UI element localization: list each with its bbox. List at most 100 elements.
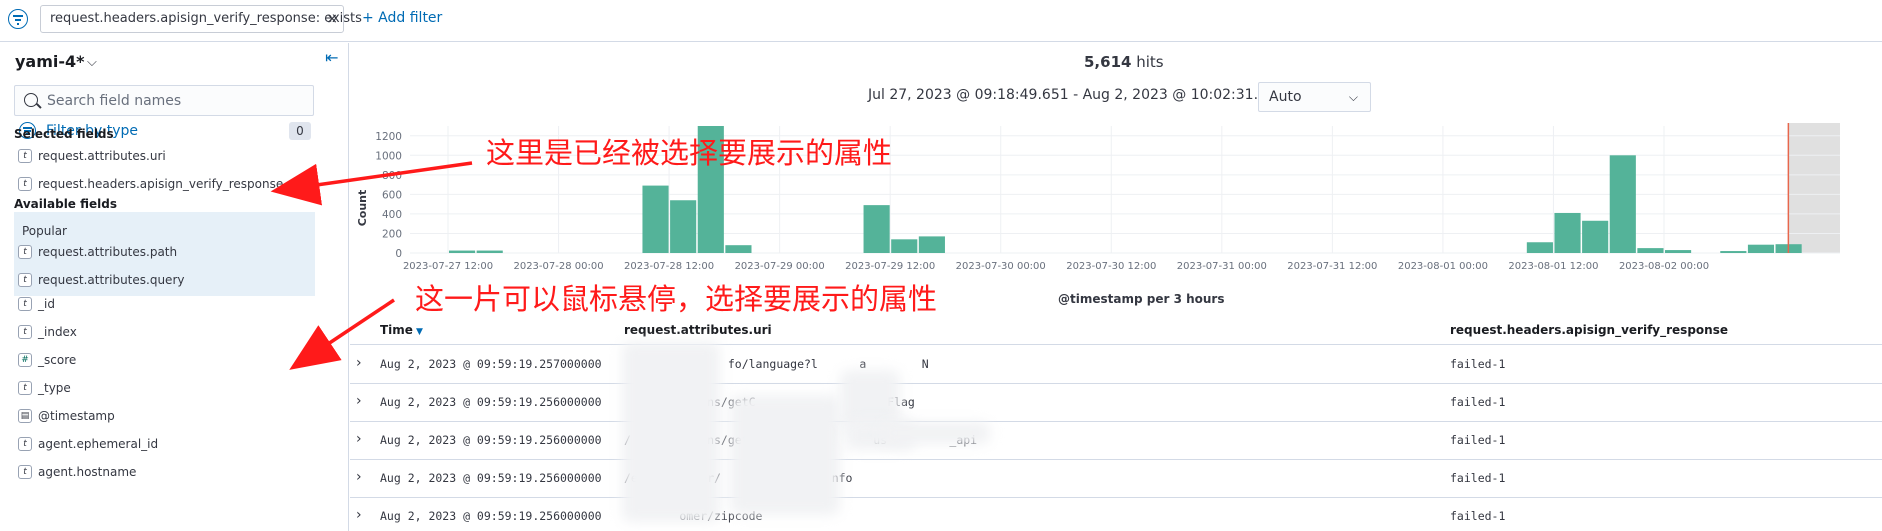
x-tick-label: 2023-07-31 12:00 xyxy=(1287,261,1377,272)
interval-select[interactable]: Auto ⌵ xyxy=(1258,82,1371,112)
histogram-bar[interactable] xyxy=(1609,155,1636,253)
y-tick-label: 200 xyxy=(382,228,402,240)
cell-time: Aug 2, 2023 @ 09:59:19.256000000 xyxy=(380,433,602,447)
y-tick-label: 0 xyxy=(395,248,402,260)
index-pattern-selector[interactable]: yami-4* xyxy=(15,52,85,71)
filter-bar: request.headers.apisign_verify_response:… xyxy=(0,0,1882,42)
table-header: Time ▼ request.attributes.uri request.hea… xyxy=(350,315,1882,345)
column-header-uri[interactable]: request.attributes.uri xyxy=(624,323,772,337)
blur-mask xyxy=(730,395,840,515)
available-field-item[interactable]: ▤ @timestamp xyxy=(18,406,115,426)
column-header-time[interactable]: Time ▼ xyxy=(380,323,423,337)
column-header-response[interactable]: request.headers.apisign_verify_response xyxy=(1450,323,1728,337)
histogram-bar[interactable] xyxy=(1637,248,1664,253)
table-row[interactable]: ›Aug 2, 2023 @ 09:59:19.256000000 ns/get… xyxy=(350,384,1882,422)
chart-ylabel: Count xyxy=(356,190,369,227)
histogram-bar[interactable] xyxy=(1665,250,1692,253)
x-tick-label: 2023-07-30 12:00 xyxy=(1066,261,1156,272)
cell-time: Aug 2, 2023 @ 09:59:19.257000000 xyxy=(380,357,602,371)
cell-response: failed-1 xyxy=(1450,509,1506,523)
filter-pill[interactable]: request.headers.apisign_verify_response:… xyxy=(40,5,362,33)
chevron-right-icon[interactable]: › xyxy=(356,469,362,485)
available-field-item[interactable]: t _id xyxy=(18,294,55,314)
y-tick-label: 1200 xyxy=(375,131,402,143)
histogram-bar[interactable] xyxy=(918,236,945,253)
filter-pill-label: request.headers.apisign_verify_response:… xyxy=(50,11,362,26)
histogram-bar[interactable] xyxy=(476,250,503,253)
x-tick-label: 2023-07-28 12:00 xyxy=(624,261,714,272)
time-range: Jul 27, 2023 @ 09:18:49.651 - Aug 2, 202… xyxy=(868,87,1285,103)
cell-time: Aug 2, 2023 @ 09:59:19.256000000 xyxy=(380,395,602,409)
hits-label: hits xyxy=(1136,53,1164,71)
hits-number: 5,614 xyxy=(1084,53,1132,71)
chevron-right-icon[interactable]: › xyxy=(356,431,362,447)
y-tick-label: 400 xyxy=(382,209,402,221)
add-filter-button[interactable]: + Add filter xyxy=(362,10,442,26)
available-field-item[interactable]: t _type xyxy=(18,378,71,398)
blur-mask xyxy=(622,342,720,522)
x-tick-label: 2023-08-02 00:00 xyxy=(1619,261,1709,272)
x-tick-label: 2023-07-29 00:00 xyxy=(735,261,825,272)
cell-response: failed-1 xyxy=(1450,433,1506,447)
string-type-icon: t xyxy=(18,149,32,163)
calendar-icon: ▤ xyxy=(18,409,32,423)
histogram-bar[interactable] xyxy=(725,245,752,253)
chevron-right-icon[interactable]: › xyxy=(356,355,362,371)
filter-menu-icon[interactable] xyxy=(8,9,28,29)
selected-field-item[interactable]: t request.attributes.uri xyxy=(18,146,166,166)
hits-count: 5,614 hits xyxy=(1084,53,1164,71)
available-field-item[interactable]: t _index xyxy=(18,322,77,342)
field-name: @timestamp xyxy=(38,409,115,423)
available-fields-title: Available fields xyxy=(14,197,118,211)
field-name: request.attributes.uri xyxy=(38,149,166,163)
histogram-bar[interactable] xyxy=(863,205,890,253)
string-type-icon: t xyxy=(18,177,32,191)
field-name: request.headers.apisign_verify_response xyxy=(38,177,284,191)
table-row[interactable]: › Aug 2, 2023 @ 09:59:19.256000000 omer/z… xyxy=(350,498,1882,531)
string-type-icon: t xyxy=(18,325,32,339)
popular-title: Popular xyxy=(22,224,67,238)
x-tick-label: 2023-07-29 12:00 xyxy=(845,261,935,272)
popular-field-item[interactable]: t request.attributes.path xyxy=(18,242,177,262)
histogram-bar[interactable] xyxy=(1747,244,1775,253)
histogram-bar[interactable] xyxy=(1720,251,1747,253)
histogram-bar[interactable] xyxy=(449,250,476,253)
cell-time: Aug 2, 2023 @ 09:59:19.256000000 xyxy=(380,509,602,523)
available-field-item[interactable]: t agent.ephemeral_id xyxy=(18,434,158,454)
selected-field-item[interactable]: t request.headers.apisign_verify_respons… xyxy=(18,174,283,194)
field-name: request.attributes.path xyxy=(38,245,178,259)
histogram-bar[interactable] xyxy=(1526,242,1553,253)
sort-down-icon[interactable]: ▼ xyxy=(416,327,423,337)
table-row[interactable]: ›Aug 2, 2023 @ 09:59:19.256000000/e mer/… xyxy=(350,460,1882,498)
string-type-icon: t xyxy=(18,437,32,451)
x-tick-label: 2023-07-31 00:00 xyxy=(1177,261,1267,272)
chevron-right-icon[interactable]: › xyxy=(356,393,362,409)
blur-mask xyxy=(880,422,990,444)
close-icon[interactable]: × xyxy=(326,6,338,32)
available-field-item[interactable]: # _score xyxy=(18,350,76,370)
chevron-down-icon[interactable]: ⌵ xyxy=(87,55,97,70)
cell-time: Aug 2, 2023 @ 09:59:19.256000000 xyxy=(380,471,602,485)
histogram-bar[interactable] xyxy=(1554,212,1581,253)
chevron-right-icon[interactable]: › xyxy=(356,507,362,523)
string-type-icon: t xyxy=(18,273,32,287)
popular-field-item[interactable]: t request.attributes.query xyxy=(18,270,184,290)
histogram-bar[interactable] xyxy=(1582,220,1609,253)
histogram-bar[interactable] xyxy=(642,185,669,253)
x-tick-label: 2023-07-30 00:00 xyxy=(956,261,1046,272)
histogram-bar[interactable] xyxy=(670,200,697,253)
table-row[interactable]: ›Aug 2, 2023 @ 09:59:19.256000000/ ns/ge… xyxy=(350,422,1882,460)
field-name: _score xyxy=(38,353,77,367)
available-field-item[interactable]: t agent.hostname xyxy=(18,462,136,482)
x-tick-label: 2023-08-01 00:00 xyxy=(1398,261,1488,272)
string-type-icon: t xyxy=(18,465,32,479)
field-sidebar: yami-4* ⌵ ⇤ Filter by type 0 Selected fi… xyxy=(0,43,349,531)
selected-fields-title: Selected fields xyxy=(14,127,114,141)
chart-xlabel: @timestamp per 3 hours xyxy=(1058,292,1225,306)
table-row[interactable]: › Aug 2, 2023 @ 09:59:19.257000000 fo/lan… xyxy=(350,346,1882,384)
histogram-bar[interactable] xyxy=(891,239,918,253)
search-input[interactable] xyxy=(47,86,307,115)
collapse-sidebar-icon[interactable]: ⇤ xyxy=(325,48,338,67)
field-search-box[interactable] xyxy=(14,85,314,116)
column-header-label: Time xyxy=(380,323,413,337)
